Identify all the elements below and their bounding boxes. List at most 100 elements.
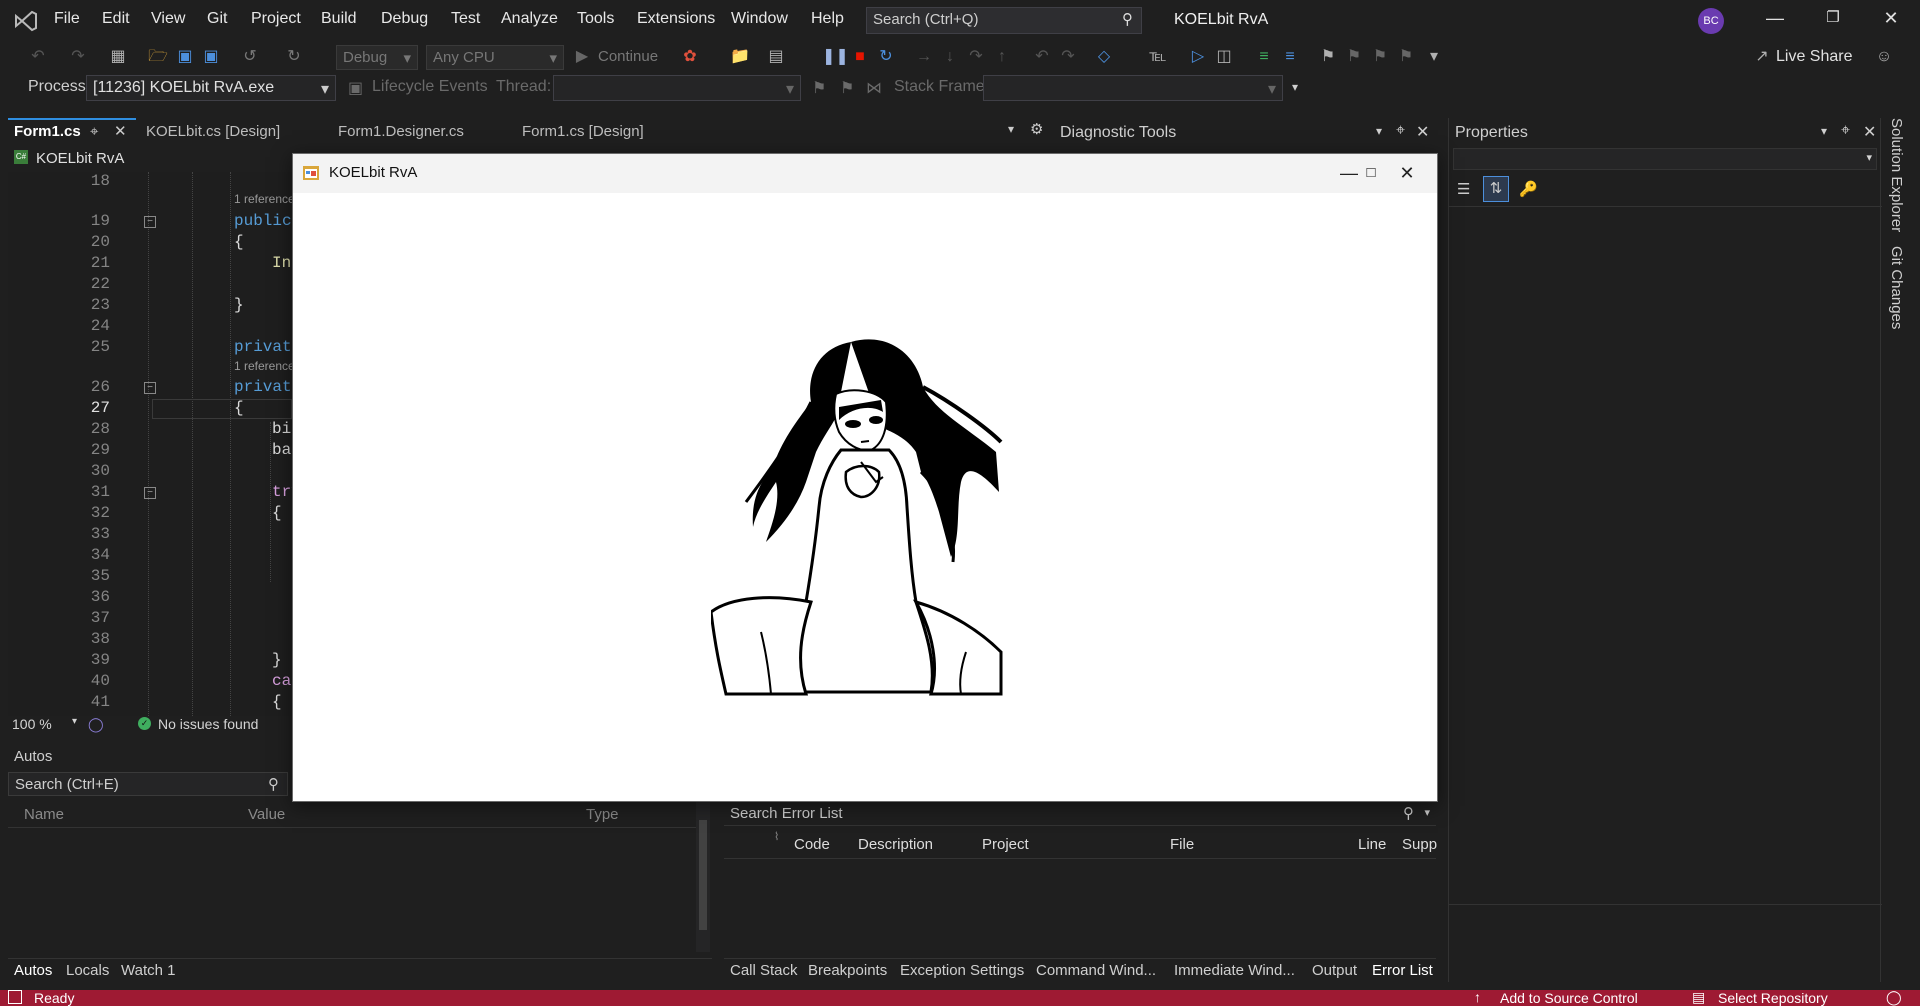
filter-icon[interactable]: ⚑ [840, 78, 854, 98]
solution-explorer-tab[interactable]: Solution Explorer [1888, 118, 1905, 232]
menu-view[interactable]: View [151, 10, 185, 28]
step-over-icon[interactable]: ↷ [966, 47, 986, 67]
tab-watch-1[interactable]: Watch 1 [121, 962, 175, 979]
open-folder-icon[interactable]: 🗁 [148, 47, 168, 67]
collapse-icon[interactable]: − [144, 216, 156, 228]
menu-tools[interactable]: Tools [577, 10, 614, 28]
filter-icon[interactable]: ⌇ [774, 830, 779, 843]
git-changes-tab[interactable]: Git Changes [1888, 246, 1905, 329]
zoom-dropdown-icon[interactable]: ▾ [72, 716, 77, 727]
live-share-icon[interactable]: ↗ [1752, 47, 1772, 67]
code-lens[interactable]: 1 reference [234, 359, 295, 373]
app-close-button[interactable]: ✕ [1387, 160, 1427, 186]
toolbar-overflow-icon[interactable]: ▾ [1424, 47, 1444, 67]
settings-icon[interactable]: ⚙ [1030, 120, 1043, 138]
platform-select[interactable]: Any CPU ▾ [426, 45, 564, 70]
add-to-source-control-button[interactable]: Add to Source Control [1500, 990, 1638, 1006]
step-out-icon[interactable]: ↑ [992, 47, 1012, 67]
zoom-level[interactable]: 100 % [12, 716, 52, 732]
restart-icon[interactable]: ↻ [876, 47, 896, 67]
close-button[interactable]: ✕ [1876, 8, 1906, 34]
autos-column-value[interactable]: Value [248, 806, 285, 823]
collapse-icon[interactable]: − [144, 487, 156, 499]
restore-button[interactable]: ❐ [1818, 8, 1848, 34]
tab-locals[interactable]: Locals [66, 962, 109, 979]
visual-studio-logo-icon[interactable] [14, 10, 38, 32]
diagnostics-icon[interactable]: ◇ [1094, 47, 1114, 67]
tab-form1-design[interactable]: Form1.cs [Design] [516, 118, 696, 142]
stack-frame-select[interactable]: ▾ [983, 75, 1283, 101]
continue-button[interactable]: Continue [598, 48, 658, 65]
panel-menu-icon[interactable]: ▾ [1376, 124, 1382, 138]
pin-icon[interactable]: ⌖ [90, 123, 98, 140]
live-visual-tree-icon[interactable]: ◫ [1214, 47, 1234, 67]
collapse-icon[interactable]: − [144, 382, 156, 394]
undo-icon[interactable]: ↺ [240, 47, 260, 67]
lifecycle-events-button[interactable]: Lifecycle Events [372, 78, 488, 96]
dropdown-icon[interactable]: ▾ [1424, 806, 1430, 819]
error-column-suppression[interactable]: Supp [1402, 836, 1437, 853]
menu-file[interactable]: File [54, 10, 80, 28]
tab-form1-designer[interactable]: Form1.Designer.cs [332, 118, 512, 142]
error-column-code[interactable]: Code [794, 836, 830, 853]
error-search-input[interactable]: Search Error List ⚲ ▾ [724, 802, 1436, 826]
code-lens[interactable]: 1 reference [234, 192, 295, 206]
menu-debug[interactable]: Debug [381, 10, 428, 28]
error-column-project[interactable]: Project [982, 836, 1029, 853]
scrollbar-thumb[interactable] [699, 820, 707, 930]
avatar[interactable]: BC [1698, 8, 1724, 34]
prev-bookmark-icon[interactable]: ⚑ [1344, 47, 1364, 67]
tab-form1-cs[interactable]: Form1.cs ⌖ ✕ [8, 118, 136, 142]
bookmark-icon[interactable]: ⚑ [1318, 47, 1338, 67]
app-maximize-button[interactable]: □ [1351, 160, 1391, 186]
tab-exception-settings[interactable]: Exception Settings [900, 962, 1024, 979]
error-column-description[interactable]: Description [858, 836, 933, 853]
project-nav-label[interactable]: KOELbit RvA [36, 150, 124, 167]
tab-autos[interactable]: Autos [14, 962, 52, 979]
undo-step-icon[interactable]: ↶ [1032, 47, 1052, 67]
new-item-icon[interactable]: ▦ [108, 47, 128, 67]
forward-icon[interactable]: ↷ [68, 47, 88, 67]
flag-icon[interactable]: ⚑ [812, 78, 826, 98]
tab-breakpoints[interactable]: Breakpoints [808, 962, 887, 979]
search-icon[interactable]: ⚲ [1403, 804, 1414, 822]
autos-search-input[interactable]: Search (Ctrl+E) ⚲ [8, 772, 288, 796]
error-column-line[interactable]: Line [1358, 836, 1386, 853]
process-select[interactable]: [11236] KOELbit RvA.exe ▾ [86, 75, 336, 101]
search-icon[interactable]: ⚲ [268, 775, 279, 793]
stop-icon[interactable]: ■ [850, 47, 870, 67]
menu-window[interactable]: Window [731, 10, 788, 28]
indent-icon[interactable]: ≡ [1254, 47, 1274, 67]
live-share-button[interactable]: Live Share [1776, 48, 1853, 66]
issues-status[interactable]: No issues found [158, 716, 258, 732]
split-icon[interactable]: ⋈ [866, 78, 882, 98]
object-select[interactable]: ▾ [1453, 148, 1877, 170]
tab-koelbit-design[interactable]: KOELbit.cs [Design] [140, 118, 330, 142]
back-icon[interactable]: ↶ [28, 47, 48, 67]
panel-menu-icon[interactable]: ▾ [1821, 124, 1827, 138]
toolbar-overflow-icon[interactable]: ▾ [1292, 80, 1298, 94]
redo-icon[interactable]: ↻ [284, 47, 304, 67]
alphabetical-icon[interactable]: ⇅ [1483, 176, 1509, 202]
next-bookmark-icon[interactable]: ⚑ [1370, 47, 1390, 67]
output-icon[interactable] [8, 990, 22, 1004]
close-icon[interactable]: ✕ [114, 122, 127, 140]
process-icon[interactable]: 📁 [730, 47, 750, 67]
configuration-select[interactable]: Debug ▾ [336, 45, 418, 70]
tab-call-stack[interactable]: Call Stack [730, 962, 798, 979]
tab-immediate-window[interactable]: Immediate Wind... [1174, 962, 1295, 979]
minimize-button[interactable]: — [1760, 8, 1790, 34]
select-element-icon[interactable]: ▷ [1188, 47, 1208, 67]
save-all-icon[interactable]: ▣ [201, 47, 221, 67]
continue-icon[interactable]: ▶ [572, 47, 592, 67]
hot-reload-icon[interactable]: ✿ [680, 47, 700, 67]
autos-column-type[interactable]: Type [586, 806, 619, 823]
menu-git[interactable]: Git [207, 10, 227, 28]
clear-bookmarks-icon[interactable]: ⚑ [1396, 47, 1416, 67]
close-icon[interactable]: ✕ [1863, 122, 1876, 142]
select-repository-button[interactable]: Select Repository [1718, 990, 1828, 1006]
menu-extensions[interactable]: Extensions [637, 10, 715, 28]
pin-icon[interactable]: ⌖ [1841, 122, 1850, 140]
save-icon[interactable]: ▣ [175, 47, 195, 67]
tab-error-list[interactable]: Error List [1372, 962, 1433, 979]
